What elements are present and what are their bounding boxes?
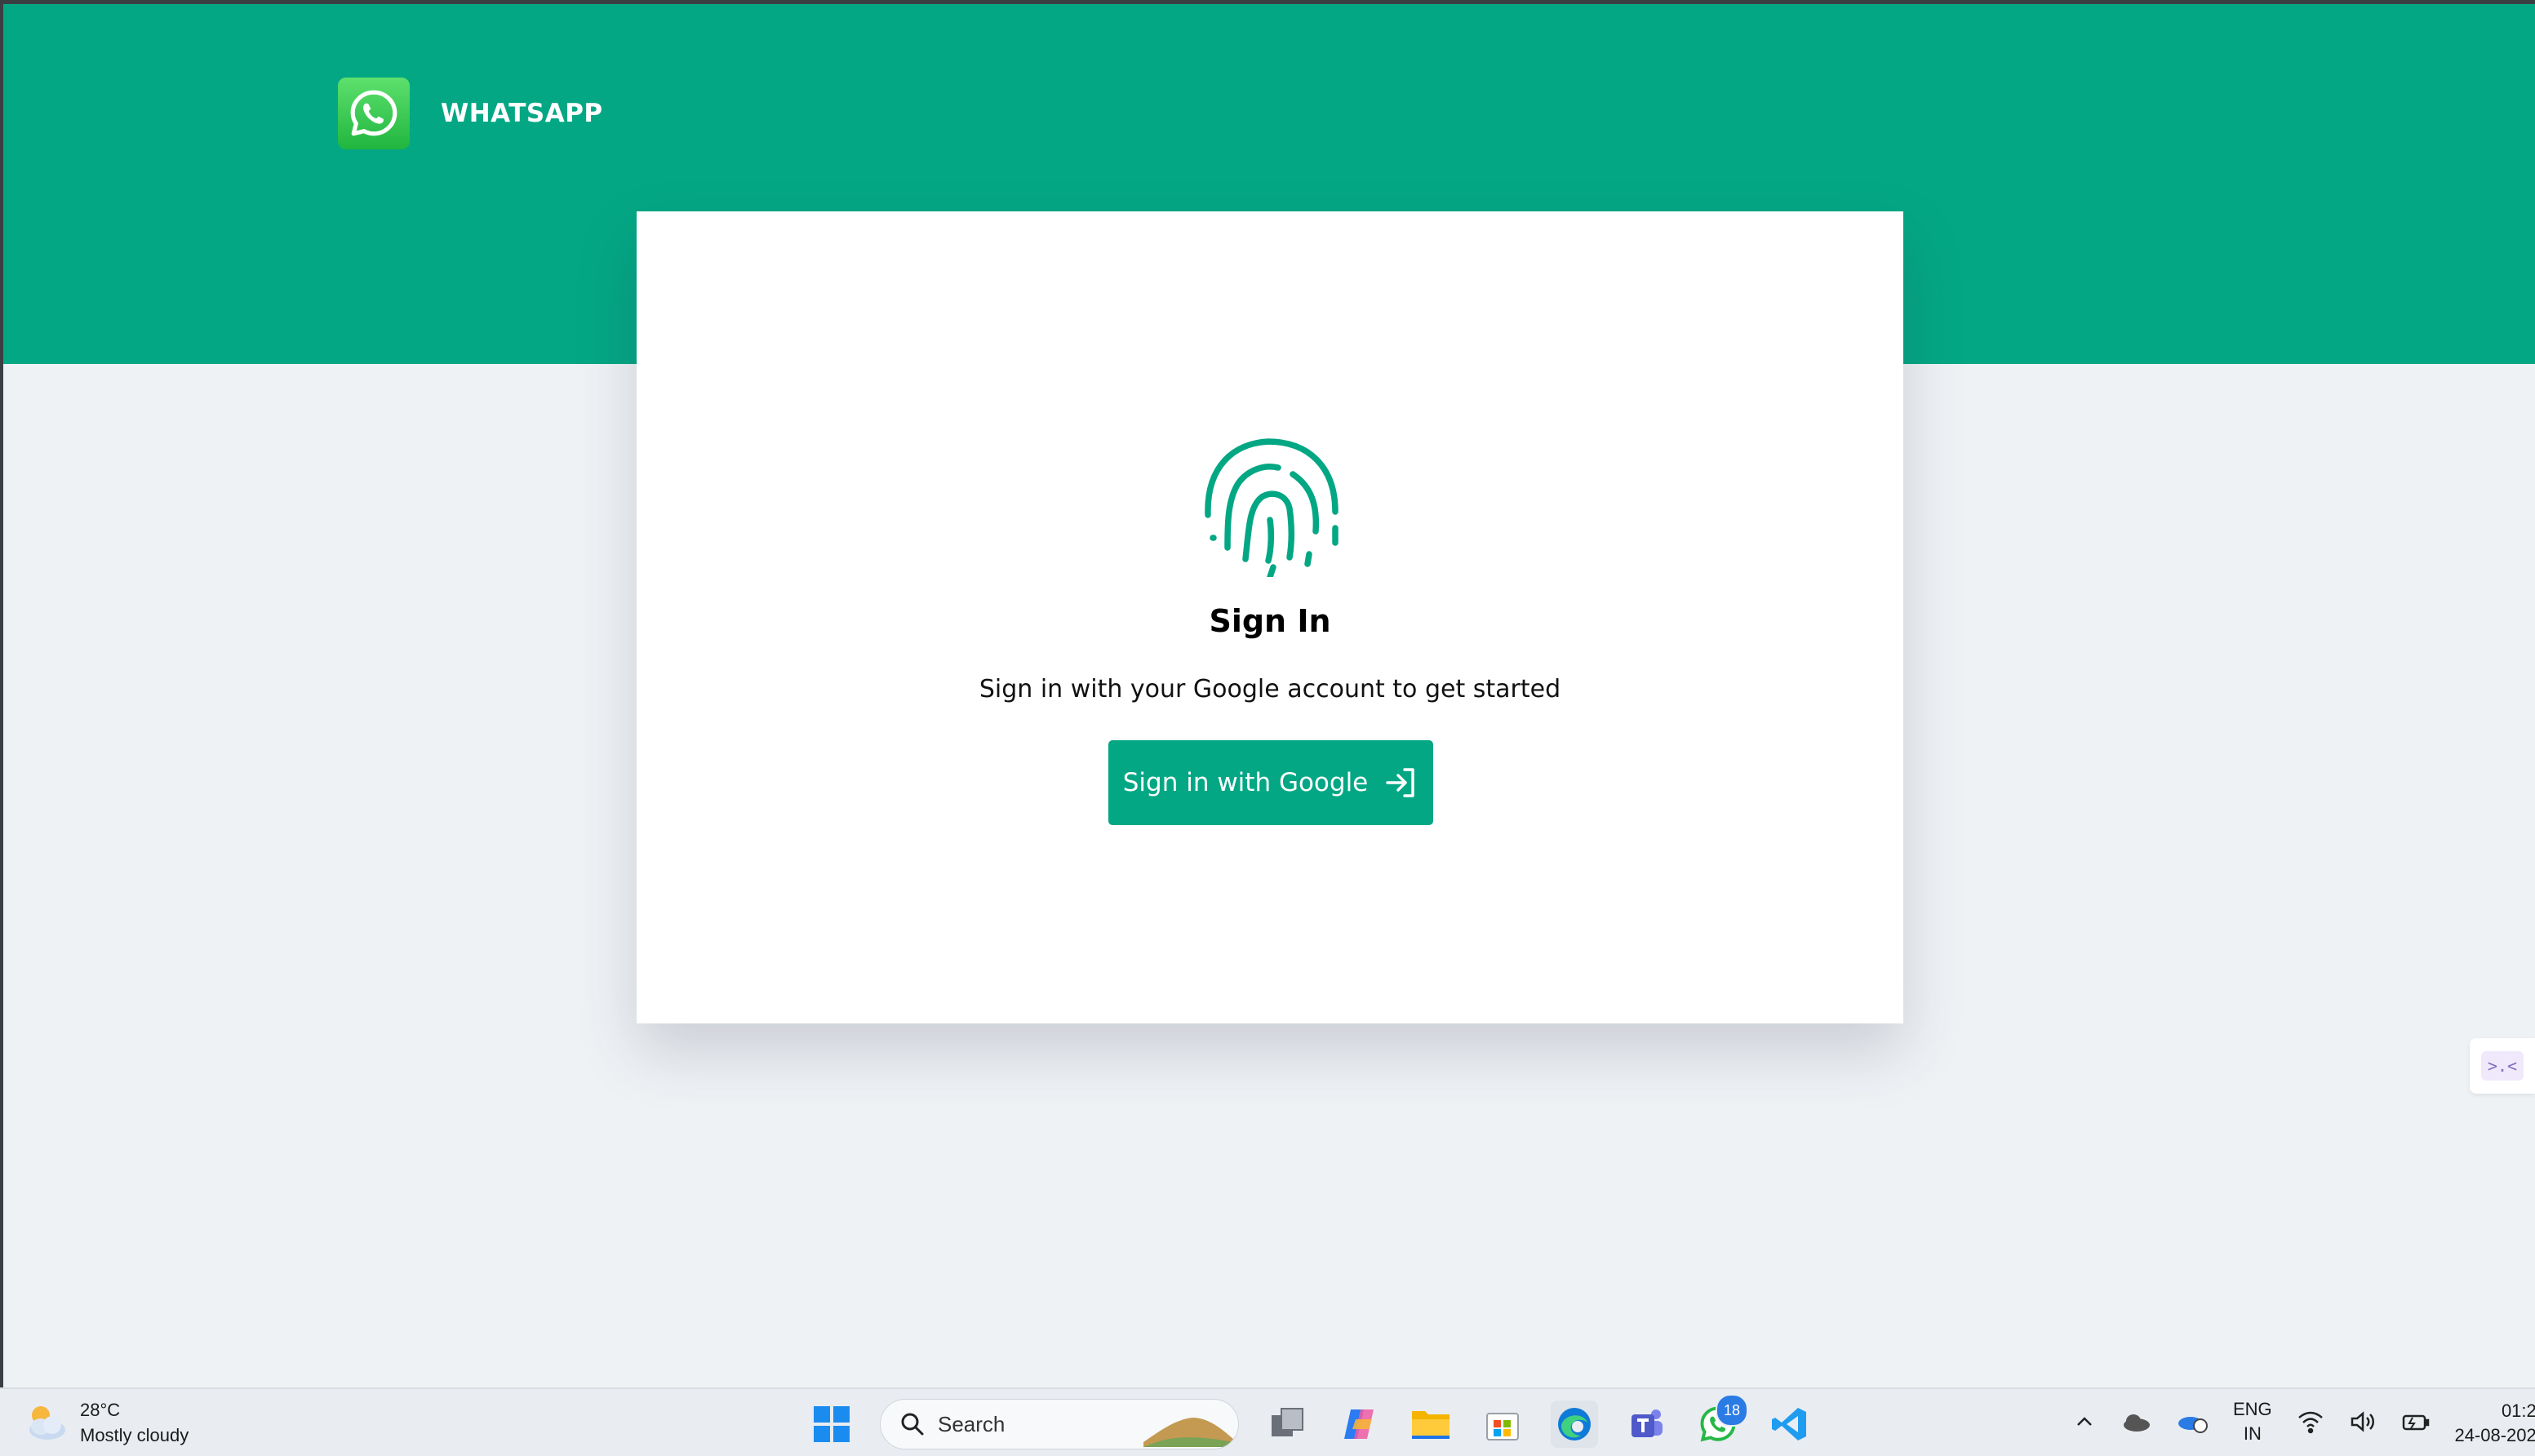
system-tray: ENG IN xyxy=(2073,1397,2431,1446)
sign-in-arrow-icon xyxy=(1386,768,1414,797)
chevron-up-icon[interactable] xyxy=(2073,1410,2096,1433)
taskbar-search[interactable]: Search xyxy=(880,1399,1239,1449)
whatsapp-icon xyxy=(338,78,410,149)
weather-condition: Mostly cloudy xyxy=(80,1425,189,1445)
whatsapp-taskbar-icon[interactable]: 18 xyxy=(1694,1394,1748,1448)
card-title: Sign In xyxy=(1209,603,1331,639)
clock-time: 01:29 xyxy=(2501,1401,2535,1421)
weather-temp: 28°C xyxy=(80,1400,121,1420)
windows-start-icon[interactable] xyxy=(808,1401,855,1448)
partly-cloudy-icon xyxy=(23,1402,69,1443)
brand[interactable]: WHATSAPP xyxy=(338,78,603,149)
card-subtitle: Sign in with your Google account to get … xyxy=(979,675,1561,704)
edge-browser-icon[interactable] xyxy=(1551,1401,1598,1448)
battery-icon[interactable] xyxy=(2401,1409,2431,1434)
clock[interactable]: 01:29 24-08-2024 xyxy=(2432,1399,2535,1448)
language-indicator[interactable]: ENG IN xyxy=(2233,1397,2272,1446)
onedrive-sync-icon[interactable] xyxy=(2176,1409,2209,1434)
sign-in-card: Sign In Sign in with your Google account… xyxy=(637,211,1903,1023)
search-placeholder: Search xyxy=(938,1411,1006,1436)
button-label: Sign in with Google xyxy=(1122,768,1369,797)
taskbar-apps: Search 18 xyxy=(808,1394,1814,1449)
onedrive-cloud-icon[interactable] xyxy=(2120,1410,2151,1433)
taskbar: 28°C Mostly cloudy Search 18 ENG IN 01:2… xyxy=(0,1387,2535,1456)
side-widget-label: >.< xyxy=(2480,1051,2524,1081)
wifi-icon[interactable] xyxy=(2297,1409,2324,1434)
search-icon xyxy=(901,1413,924,1436)
brand-name: WHATSAPP xyxy=(441,99,603,128)
weather-widget[interactable]: 28°C Mostly cloudy xyxy=(23,1397,189,1448)
task-view-icon[interactable] xyxy=(1263,1401,1311,1448)
clock-date: 24-08-2024 xyxy=(2454,1425,2535,1445)
teams-icon[interactable] xyxy=(1623,1401,1670,1448)
side-widget[interactable]: >.< xyxy=(2470,1038,2535,1094)
search-highlight-art xyxy=(1143,1418,1233,1447)
language-code: ENG xyxy=(2233,1399,2272,1419)
vscode-icon[interactable] xyxy=(1766,1401,1814,1448)
notification-badge: 18 xyxy=(1716,1394,1748,1427)
region-code: IN xyxy=(2243,1423,2262,1444)
fingerprint-icon xyxy=(1205,438,1339,577)
sign-in-with-google-button[interactable]: Sign in with Google xyxy=(1108,740,1433,825)
volume-icon[interactable] xyxy=(2349,1409,2377,1434)
copilot-icon[interactable] xyxy=(1335,1401,1383,1448)
store-icon[interactable] xyxy=(1479,1401,1526,1448)
folder-icon[interactable] xyxy=(1407,1401,1454,1448)
